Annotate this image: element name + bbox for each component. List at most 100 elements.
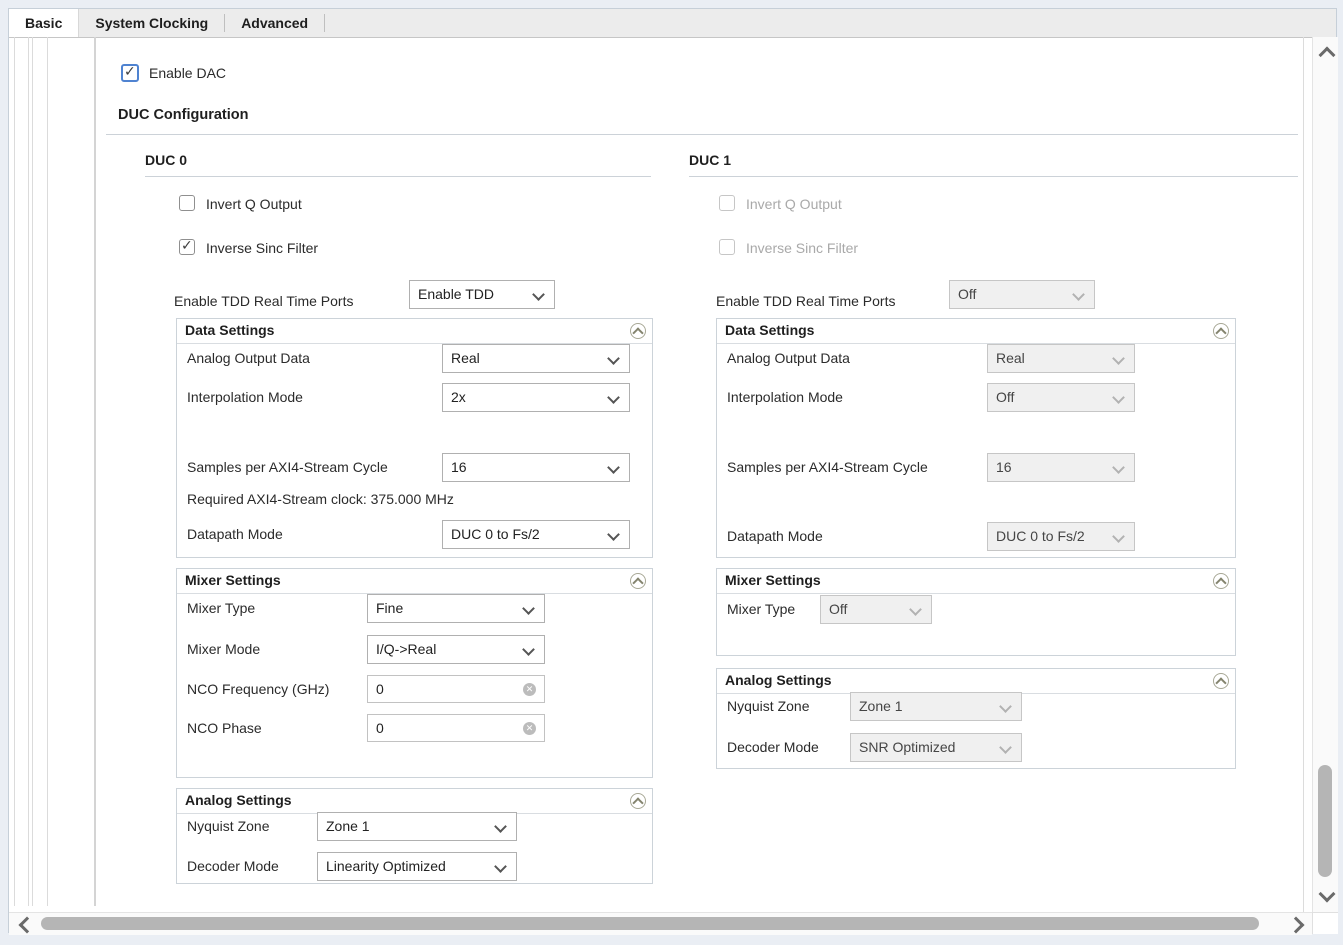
horizontal-scrollbar[interactable] <box>9 912 1312 935</box>
chevron-up-icon <box>1215 577 1226 588</box>
scroll-left-icon[interactable] <box>19 917 36 934</box>
enable-dac-checkbox[interactable] <box>121 64 139 82</box>
vertical-scrollbar-thumb[interactable] <box>1318 765 1332 877</box>
duc1-analog-settings-title: Analog Settings <box>725 669 832 692</box>
duc0-nyquist-zone-dropdown[interactable]: Zone 1 <box>317 812 517 841</box>
scroll-up-icon[interactable] <box>1319 47 1336 64</box>
duc1-analog-output-data-label: Analog Output Data <box>727 344 850 373</box>
duc1-mixer-settings-title: Mixer Settings <box>725 569 821 592</box>
duc1-inverse-sinc-label: Inverse Sinc Filter <box>746 240 858 256</box>
collapse-section-icon[interactable] <box>1213 673 1229 689</box>
duc1-samples-per-cycle-label: Samples per AXI4-Stream Cycle <box>727 453 928 482</box>
duc0-title: DUC 0 <box>145 152 187 168</box>
chevron-down-icon <box>909 603 922 616</box>
collapse-section-icon[interactable] <box>1213 573 1229 589</box>
duc0-analog-settings-panel: Analog Settings Nyquist Zone Zone 1 Deco… <box>176 788 653 884</box>
collapse-section-icon[interactable] <box>630 323 646 339</box>
duc0-analog-settings-title: Analog Settings <box>185 789 292 812</box>
duc0-mixer-type-dropdown[interactable]: Fine <box>367 594 545 623</box>
duc1-decoder-mode-label: Decoder Mode <box>727 733 819 762</box>
duc1-analog-settings-panel: Analog Settings Nyquist Zone Zone 1 Deco… <box>716 668 1236 769</box>
duc1-nyquist-zone-dropdown: Zone 1 <box>850 692 1022 721</box>
chevron-down-icon <box>607 461 620 474</box>
duc1-tdd-dropdown: Off <box>949 280 1095 309</box>
ip-config-window: Basic System Clocking Advanced Enable DA… <box>8 8 1337 933</box>
vertical-scrollbar[interactable] <box>1312 37 1338 912</box>
chevron-down-icon <box>494 860 507 873</box>
duc0-samples-per-cycle-dropdown[interactable]: 16 <box>442 453 630 482</box>
chevron-down-icon <box>607 528 620 541</box>
scroll-right-icon[interactable] <box>1288 917 1305 934</box>
chevron-down-icon <box>532 288 545 301</box>
clear-field-icon[interactable] <box>523 722 536 735</box>
duc1-data-settings-title: Data Settings <box>725 319 814 342</box>
duc1-invert-q-label: Invert Q Output <box>746 196 842 212</box>
chevron-down-icon <box>494 820 507 833</box>
tab-bar: Basic System Clocking Advanced <box>9 9 1336 38</box>
duc0-data-settings-panel: Data Settings Analog Output Data Real In… <box>176 318 653 558</box>
duc1-interpolation-mode-label: Interpolation Mode <box>727 383 843 412</box>
duc0-decoder-mode-label: Decoder Mode <box>187 852 279 881</box>
collapse-section-icon[interactable] <box>1213 323 1229 339</box>
chevron-down-icon <box>1072 288 1085 301</box>
screenshot-root: Basic System Clocking Advanced Enable DA… <box>0 0 1343 945</box>
collapse-section-icon[interactable] <box>630 793 646 809</box>
duc0-analog-output-data-label: Analog Output Data <box>187 344 310 373</box>
duc0-samples-per-cycle-label: Samples per AXI4-Stream Cycle <box>187 453 388 482</box>
chevron-down-icon <box>1112 530 1125 543</box>
checkmark-icon <box>181 237 193 254</box>
duc0-datapath-mode-dropdown[interactable]: DUC 0 to Fs/2 <box>442 520 630 549</box>
duc1-tdd-label: Enable TDD Real Time Ports <box>716 287 895 315</box>
horizontal-scrollbar-thumb[interactable] <box>41 917 1259 930</box>
duc0-mixer-mode-dropdown[interactable]: I/Q->Real <box>367 635 545 664</box>
section-divider <box>106 134 1298 135</box>
duc0-datapath-mode-label: Datapath Mode <box>187 520 283 549</box>
chevron-down-icon <box>999 741 1012 754</box>
duc0-invert-q-checkbox[interactable] <box>179 195 195 211</box>
duc1-mixer-settings-panel: Mixer Settings Mixer Type Off <box>716 568 1236 656</box>
duc0-nco-frequency-label: NCO Frequency (GHz) <box>187 675 329 704</box>
duc0-nco-phase-input[interactable]: 0 <box>367 714 545 742</box>
chevron-down-icon <box>1112 391 1125 404</box>
duc1-decoder-mode-dropdown: SNR Optimized <box>850 733 1022 762</box>
tab-advanced[interactable]: Advanced <box>225 9 324 37</box>
duc0-decoder-mode-dropdown[interactable]: Linearity Optimized <box>317 852 517 881</box>
chevron-down-icon <box>607 352 620 365</box>
clear-field-icon[interactable] <box>523 683 536 696</box>
duc0-nco-frequency-input[interactable]: 0 <box>367 675 545 703</box>
chevron-down-icon <box>607 391 620 404</box>
duc1-mixer-type-label: Mixer Type <box>727 595 795 624</box>
duc1-title: DUC 1 <box>689 152 731 168</box>
tab-system-clocking[interactable]: System Clocking <box>79 9 224 37</box>
scroll-down-icon[interactable] <box>1319 886 1336 903</box>
duc0-analog-output-data-dropdown[interactable]: Real <box>442 344 630 373</box>
duc-configuration-title: DUC Configuration <box>118 107 248 123</box>
chevron-down-icon <box>999 700 1012 713</box>
duc1-title-underline <box>689 176 1298 177</box>
chevron-up-icon <box>632 327 643 338</box>
duc0-interpolation-mode-dropdown[interactable]: 2x <box>442 383 630 412</box>
duc1-datapath-mode-label: Datapath Mode <box>727 522 823 551</box>
chevron-down-icon <box>1112 352 1125 365</box>
duc0-invert-q-label: Invert Q Output <box>206 196 302 212</box>
collapse-section-icon[interactable] <box>630 573 646 589</box>
duc0-nyquist-zone-label: Nyquist Zone <box>187 812 269 841</box>
nested-panel-border <box>32 37 33 906</box>
chevron-down-icon <box>522 602 535 615</box>
duc0-inverse-sinc-checkbox[interactable] <box>179 239 195 255</box>
enable-dac-label: Enable DAC <box>149 65 226 81</box>
tab-basic[interactable]: Basic <box>9 9 79 37</box>
duc0-nco-phase-label: NCO Phase <box>187 714 262 743</box>
duc0-mixer-settings-panel: Mixer Settings Mixer Type Fine Mixer Mod… <box>176 568 653 778</box>
duc1-mixer-settings-header: Mixer Settings <box>717 569 1235 594</box>
nested-panel-border <box>94 37 96 906</box>
duc0-inverse-sinc-label: Inverse Sinc Filter <box>206 240 318 256</box>
duc1-data-settings-panel: Data Settings Analog Output Data Real In… <box>716 318 1236 558</box>
duc0-tdd-dropdown[interactable]: Enable TDD <box>409 280 555 309</box>
duc1-datapath-mode-dropdown: DUC 0 to Fs/2 <box>987 522 1135 551</box>
checkmark-icon <box>124 63 136 80</box>
chevron-up-icon <box>632 577 643 588</box>
duc0-interpolation-mode-label: Interpolation Mode <box>187 383 303 412</box>
duc1-data-settings-header: Data Settings <box>717 319 1235 344</box>
duc0-data-settings-title: Data Settings <box>185 319 274 342</box>
